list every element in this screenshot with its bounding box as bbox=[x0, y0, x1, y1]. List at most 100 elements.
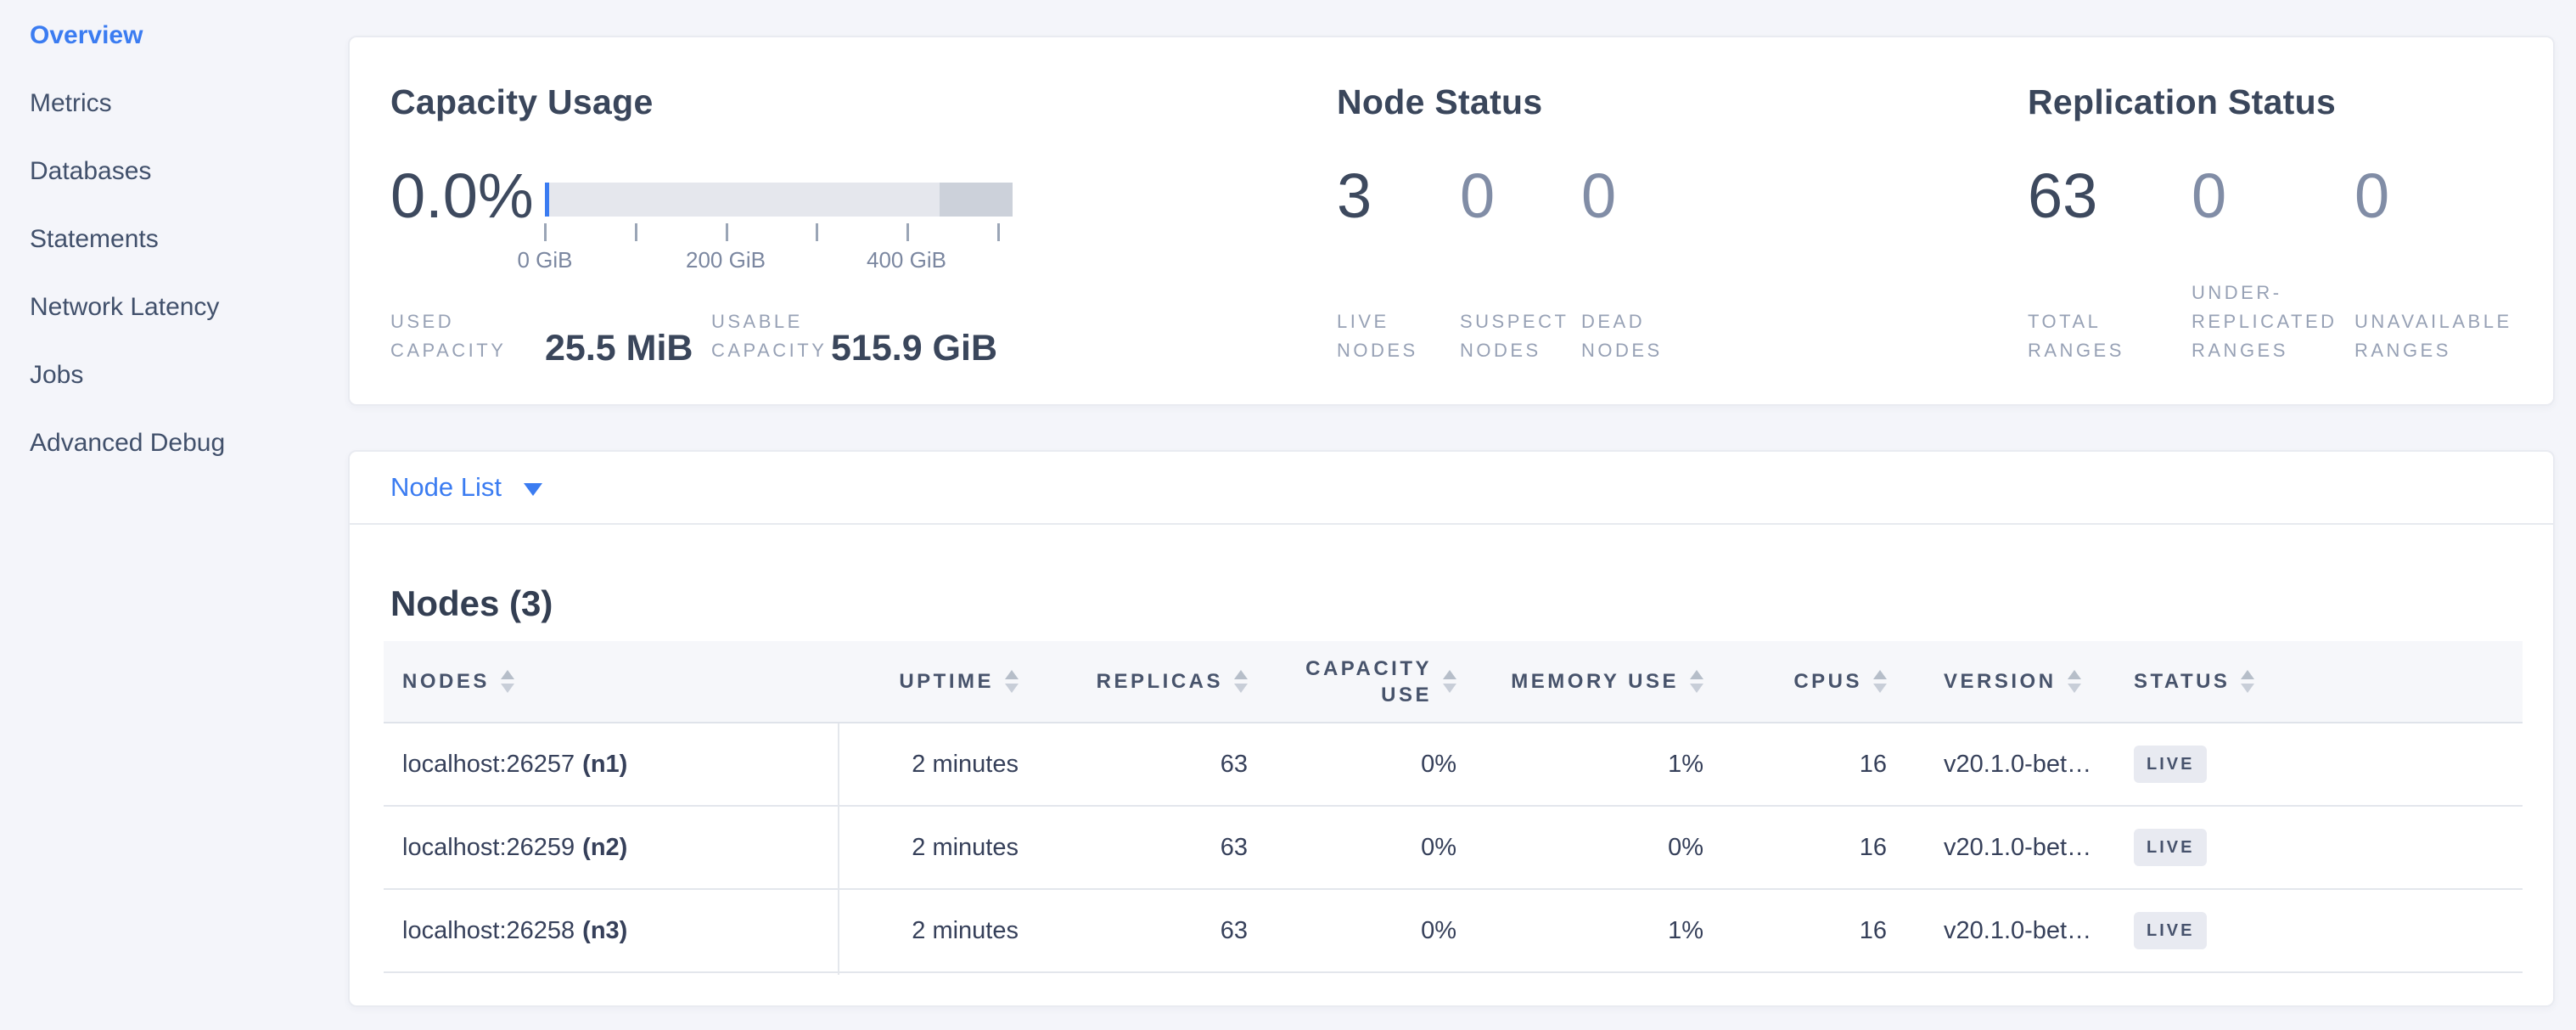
node-id: (n3) bbox=[582, 917, 627, 945]
sort-icon[interactable] bbox=[501, 670, 514, 693]
replicas-cell: 63 bbox=[1063, 723, 1292, 805]
status-badge: LIVE bbox=[2134, 746, 2207, 783]
table-row[interactable]: localhost:26257 (n1) 2 minutes 63 0% 1% … bbox=[384, 723, 2523, 807]
status-cell: LIVE bbox=[2124, 807, 2523, 888]
capacity-usage-section: Capacity Usage 0.0% 0 GiB 200 GiB 400 Gi… bbox=[390, 37, 1337, 404]
replication-status-title: Replication Status bbox=[2028, 82, 2336, 122]
column-header-replicas[interactable]: REPLICAS bbox=[1063, 641, 1292, 722]
cpus-cell: 16 bbox=[1742, 723, 1928, 805]
column-header-capacity-use[interactable]: CAPACITY USE bbox=[1292, 641, 1496, 722]
capacity-use-cell: 0% bbox=[1292, 723, 1496, 805]
node-id: (n1) bbox=[582, 751, 627, 779]
used-capacity-label: USED CAPACITY bbox=[390, 307, 535, 365]
sidebar-item-overview[interactable]: Overview bbox=[0, 2, 346, 70]
gauge-axis-label: 400 GiB bbox=[822, 247, 991, 273]
uptime-cell: 2 minutes bbox=[838, 723, 1063, 805]
memory-use-cell: 1% bbox=[1496, 890, 1742, 971]
sidebar: Overview Metrics Databases Statements Ne… bbox=[0, 2, 346, 477]
sort-icon[interactable] bbox=[1005, 670, 1019, 693]
sidebar-item-databases[interactable]: Databases bbox=[0, 138, 346, 205]
node-list-view-dropdown[interactable]: Node List bbox=[390, 452, 542, 523]
capacity-used-percent: 0.0% bbox=[390, 165, 534, 228]
unavailable-ranges-label: UNAVAILABLE RANGES bbox=[2354, 307, 2520, 365]
table-column-divider bbox=[838, 723, 839, 975]
column-header-memory-use[interactable]: MEMORY USE bbox=[1496, 641, 1742, 722]
node-list-view-label: Node List bbox=[390, 472, 502, 503]
column-header-uptime[interactable]: UPTIME bbox=[838, 641, 1063, 722]
sidebar-item-jobs[interactable]: Jobs bbox=[0, 341, 346, 409]
status-badge: LIVE bbox=[2134, 829, 2207, 866]
status-cell: LIVE bbox=[2124, 890, 2523, 971]
version-cell: v20.1.0-bet… bbox=[1928, 723, 2124, 805]
version-cell: v20.1.0-bet… bbox=[1928, 890, 2124, 971]
column-header-cpus[interactable]: CPUS bbox=[1742, 641, 1928, 722]
table-row[interactable]: localhost:26259 (n2) 2 minutes 63 0% 0% … bbox=[384, 807, 2523, 890]
node-address-cell[interactable]: localhost:26259 (n2) bbox=[384, 807, 838, 888]
gauge-tick bbox=[906, 223, 909, 241]
capacity-gauge bbox=[545, 183, 1013, 217]
cpus-cell: 16 bbox=[1742, 807, 1928, 888]
capacity-usage-title: Capacity Usage bbox=[390, 82, 654, 122]
gauge-axis-label: 200 GiB bbox=[641, 247, 811, 273]
gauge-tick bbox=[997, 223, 1000, 241]
sort-icon[interactable] bbox=[2241, 670, 2254, 693]
node-address-cell[interactable]: localhost:26257 (n1) bbox=[384, 723, 838, 805]
sort-icon[interactable] bbox=[1873, 670, 1887, 693]
table-row[interactable]: localhost:26258 (n3) 2 minutes 63 0% 1% … bbox=[384, 890, 2523, 973]
sort-icon[interactable] bbox=[1234, 670, 1248, 693]
under-replicated-ranges-label: UNDER-REPLICATED RANGES bbox=[2192, 279, 2344, 365]
unavailable-ranges-count: 0 bbox=[2354, 165, 2389, 228]
nodes-table-heading: Nodes (3) bbox=[390, 583, 553, 624]
version-cell: v20.1.0-bet… bbox=[1928, 807, 2124, 888]
gauge-tick bbox=[635, 223, 637, 241]
used-capacity-value: 25.5 MiB bbox=[545, 330, 693, 367]
node-status-title: Node Status bbox=[1337, 82, 1543, 122]
replication-status-section: Replication Status 63 0 0 TOTAL RANGES U… bbox=[2028, 37, 2537, 404]
gauge-tick bbox=[726, 223, 728, 241]
memory-use-cell: 0% bbox=[1496, 807, 1742, 888]
nodes-table: NODES UPTIME REPLICAS CAPACITY USE MEMOR… bbox=[384, 641, 2523, 973]
uptime-cell: 2 minutes bbox=[838, 890, 1063, 971]
column-header-nodes[interactable]: NODES bbox=[384, 641, 838, 722]
sidebar-item-network-latency[interactable]: Network Latency bbox=[0, 273, 346, 341]
gauge-axis-label: 0 GiB bbox=[460, 247, 630, 273]
suspect-nodes-count: 0 bbox=[1460, 165, 1495, 228]
replicas-cell: 63 bbox=[1063, 890, 1292, 971]
column-header-status[interactable]: STATUS bbox=[2124, 641, 2523, 722]
dead-nodes-count: 0 bbox=[1581, 165, 1616, 228]
capacity-use-cell: 0% bbox=[1292, 807, 1496, 888]
total-ranges-label: TOTAL RANGES bbox=[2028, 307, 2155, 365]
chevron-down-icon bbox=[524, 483, 542, 496]
nodes-table-header: NODES UPTIME REPLICAS CAPACITY USE MEMOR… bbox=[384, 641, 2523, 723]
sort-icon[interactable] bbox=[1690, 670, 1703, 693]
column-header-version[interactable]: VERSION bbox=[1928, 641, 2124, 722]
gauge-tick bbox=[544, 223, 547, 241]
node-address-cell[interactable]: localhost:26258 (n3) bbox=[384, 890, 838, 971]
view-selector-row: Node List bbox=[350, 452, 2553, 525]
memory-use-cell: 1% bbox=[1496, 723, 1742, 805]
usable-capacity-value: 515.9 GiB bbox=[831, 330, 997, 367]
gauge-tick bbox=[816, 223, 818, 241]
sort-icon[interactable] bbox=[1443, 670, 1456, 693]
sort-icon[interactable] bbox=[2068, 670, 2081, 693]
node-status-section: Node Status 3 0 0 LIVE NODES SUSPECT NOD… bbox=[1337, 37, 1982, 404]
capacity-use-cell: 0% bbox=[1292, 890, 1496, 971]
live-nodes-count: 3 bbox=[1337, 165, 1372, 228]
cpus-cell: 16 bbox=[1742, 890, 1928, 971]
total-ranges-count: 63 bbox=[2028, 165, 2097, 228]
sidebar-item-statements[interactable]: Statements bbox=[0, 205, 346, 273]
status-cell: LIVE bbox=[2124, 723, 2523, 805]
live-nodes-label: LIVE NODES bbox=[1337, 307, 1456, 365]
under-replicated-ranges-count: 0 bbox=[2192, 165, 2226, 228]
status-badge: LIVE bbox=[2134, 912, 2207, 949]
dead-nodes-label: DEAD NODES bbox=[1581, 307, 1726, 365]
sidebar-item-metrics[interactable]: Metrics bbox=[0, 70, 346, 138]
replicas-cell: 63 bbox=[1063, 807, 1292, 888]
capacity-gauge-used-marker bbox=[545, 183, 549, 217]
uptime-cell: 2 minutes bbox=[838, 807, 1063, 888]
node-list-card: Node List Nodes (3) NODES UPTIME REPLICA… bbox=[348, 450, 2555, 1007]
capacity-gauge-other-segment bbox=[940, 183, 1013, 217]
sidebar-item-advanced-debug[interactable]: Advanced Debug bbox=[0, 409, 346, 477]
suspect-nodes-label: SUSPECT NODES bbox=[1460, 307, 1579, 365]
cluster-summary-card: Capacity Usage 0.0% 0 GiB 200 GiB 400 Gi… bbox=[348, 36, 2555, 406]
